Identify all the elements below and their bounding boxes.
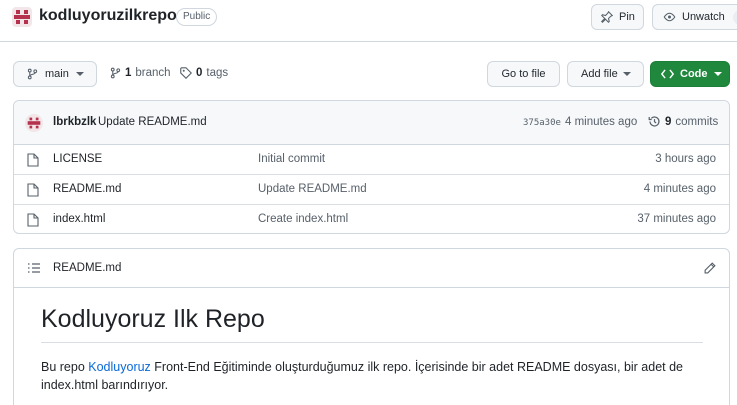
- kodluyoruz-link[interactable]: Kodluyoruz: [88, 360, 151, 374]
- avatar[interactable]: [25, 114, 43, 132]
- branch-icon: [110, 67, 121, 79]
- pin-icon: [601, 11, 613, 23]
- branch-selector[interactable]: main: [13, 61, 97, 87]
- pin-label: Pin: [619, 11, 635, 23]
- branches-link[interactable]: 1 branch: [110, 67, 171, 79]
- branch-word: branch: [135, 67, 171, 79]
- file-name-link[interactable]: LICENSE: [53, 153, 102, 165]
- commit-message-link[interactable]: Update README.md: [98, 116, 207, 128]
- code-label: Code: [680, 68, 708, 80]
- add-file-button[interactable]: Add file: [567, 61, 644, 87]
- file-commit-link[interactable]: Update README.md: [258, 183, 367, 195]
- pencil-icon[interactable]: [704, 262, 716, 274]
- pin-button[interactable]: Pin: [591, 4, 644, 30]
- readme-filename[interactable]: README.md: [53, 262, 121, 274]
- table-row[interactable]: LICENSE Initial commit 3 hours ago: [14, 145, 729, 175]
- latest-commit-bar: lbrkbzlk Update README.md 375a30e 4 minu…: [14, 101, 729, 145]
- commit-word: commits: [675, 115, 719, 128]
- eye-icon: [663, 12, 676, 22]
- readme-text-before: Bu repo: [41, 360, 89, 374]
- commit-author-link[interactable]: lbrkbzlk: [53, 116, 96, 128]
- tag-count: 0: [196, 67, 203, 79]
- caret-down-icon: [713, 72, 722, 76]
- commit-time: 4 minutes ago: [565, 116, 638, 128]
- watch-button[interactable]: Unwatch 1: [652, 4, 737, 30]
- branch-count: 1: [125, 67, 132, 79]
- table-row[interactable]: index.html Create index.html 37 minutes …: [14, 205, 729, 233]
- code-icon: [661, 69, 674, 79]
- file-icon: [27, 153, 39, 167]
- file-icon: [27, 183, 39, 197]
- readme-heading: Kodluyoruz Ilk Repo: [41, 305, 703, 343]
- repo-name-link[interactable]: kodluyoruzilkrepo: [39, 7, 177, 25]
- readme-paragraph: Bu repo Kodluyoruz Front-End Eğitiminde …: [41, 358, 721, 394]
- file-time: 4 minutes ago: [643, 183, 716, 195]
- repo-avatar-icon: [12, 7, 32, 27]
- file-commit-link[interactable]: Initial commit: [258, 153, 325, 165]
- readme-header: README.md: [14, 249, 729, 288]
- list-icon[interactable]: [28, 263, 40, 273]
- caret-down-icon: [622, 72, 631, 76]
- branch-name: main: [45, 68, 69, 80]
- watch-label: Unwatch: [682, 11, 725, 23]
- code-button[interactable]: Code: [650, 61, 730, 87]
- visibility-badge: Public: [176, 8, 218, 26]
- add-file-label: Add file: [581, 68, 618, 80]
- caret-down-icon: [75, 72, 84, 76]
- file-time: 37 minutes ago: [637, 213, 716, 225]
- tag-word: tags: [206, 67, 229, 79]
- file-time: 3 hours ago: [655, 153, 716, 165]
- go-to-file-button[interactable]: Go to file: [487, 61, 560, 87]
- history-icon: [648, 116, 660, 127]
- watch-count: 1: [732, 9, 737, 25]
- file-icon: [27, 213, 39, 227]
- readme-panel: README.md Kodluyoruz Ilk Repo Bu repo Ko…: [13, 248, 730, 405]
- repo-header: kodluyoruzilkrepo Public Pin Unwatch 1: [0, 0, 737, 42]
- commit-sha-link[interactable]: 375a30e: [523, 118, 561, 128]
- tag-icon: [180, 67, 192, 79]
- file-commit-link[interactable]: Create index.html: [258, 213, 348, 225]
- tags-link[interactable]: 0 tags: [180, 67, 228, 79]
- branch-icon: [27, 68, 38, 80]
- commits-history-link[interactable]: 9 commits: [648, 115, 718, 128]
- table-row[interactable]: README.md Update README.md 4 minutes ago: [14, 175, 729, 205]
- commit-count: 9: [665, 115, 672, 128]
- file-name-link[interactable]: index.html: [53, 213, 105, 225]
- file-name-link[interactable]: README.md: [53, 183, 121, 195]
- file-browser: lbrkbzlk Update README.md 375a30e 4 minu…: [13, 100, 730, 234]
